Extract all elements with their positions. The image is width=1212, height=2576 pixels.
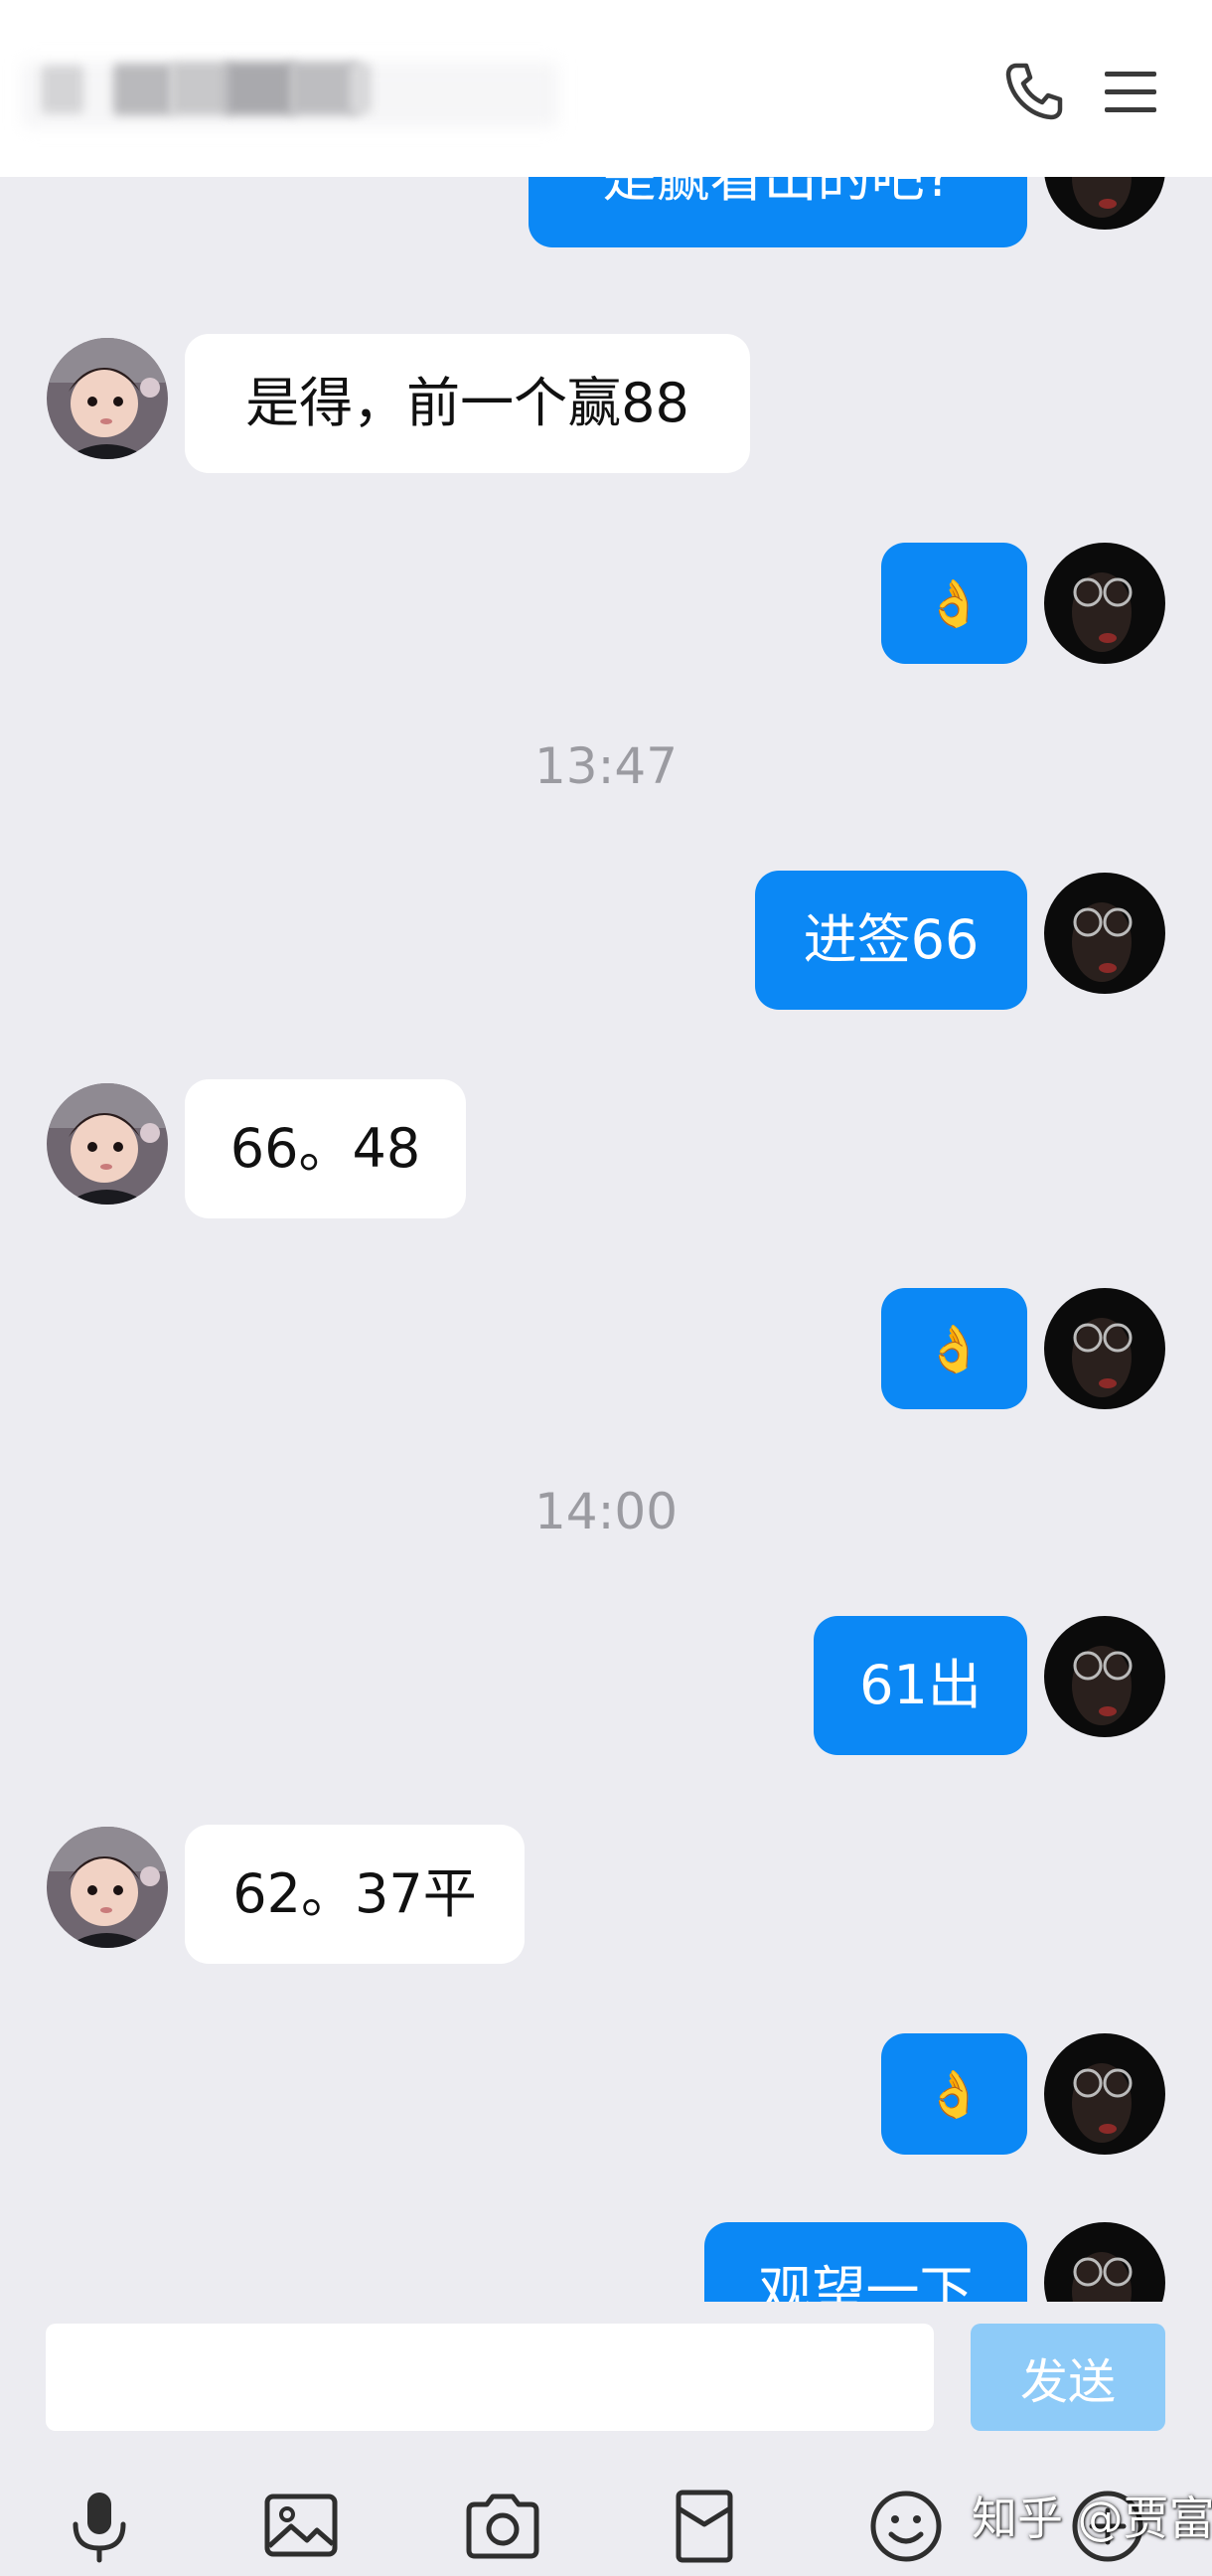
microphone-icon	[73, 2493, 126, 2563]
message-input[interactable]	[46, 2324, 934, 2431]
incoming-message-bubble[interactable]: 是得，前一个赢88	[185, 334, 750, 473]
voice-button[interactable]	[52, 2479, 147, 2574]
child-avatar[interactable]	[47, 338, 168, 459]
message-text: 观望一下	[758, 2260, 974, 2303]
photo-button[interactable]	[253, 2479, 349, 2574]
red-packet-button[interactable]	[657, 2479, 752, 2574]
message-row: 66。48	[0, 1079, 1212, 1218]
message-text: 进签66	[803, 908, 980, 971]
child-avatar[interactable]	[47, 1827, 168, 1948]
blurred-contact-name	[22, 52, 558, 135]
outgoing-message-bubble[interactable]: 观望一下	[704, 2222, 1027, 2302]
message-list[interactable]: 是赢看出的吧? 是得，前一个赢88 👌 13:47 进签66 66。48 👌 1…	[0, 177, 1212, 2302]
self-avatar[interactable]	[1044, 2222, 1165, 2302]
child-avatar[interactable]	[47, 1083, 168, 1205]
hamburger-menu-icon	[1105, 72, 1156, 112]
message-row: 61出	[0, 1616, 1212, 1755]
incoming-message-bubble[interactable]: 66。48	[185, 1079, 466, 1218]
outgoing-message-bubble[interactable]: 61出	[814, 1616, 1027, 1755]
image-icon	[264, 2494, 338, 2557]
chat-header	[0, 0, 1212, 177]
message-row: 👌	[0, 1288, 1212, 1409]
zhihu-watermark: 知乎 @贾富贵	[972, 2492, 1212, 2545]
self-avatar[interactable]	[1044, 1288, 1165, 1409]
message-text: 是赢看出的吧?	[602, 177, 954, 209]
message-text: 66。48	[229, 1117, 421, 1180]
emoji-button[interactable]	[858, 2479, 954, 2574]
camera-button[interactable]	[455, 2479, 550, 2574]
message-text: 61出	[859, 1654, 982, 1716]
menu-button[interactable]	[1095, 56, 1166, 127]
message-row: 👌	[0, 2033, 1212, 2155]
camera-icon	[466, 2494, 539, 2559]
message-row: 观望一下	[0, 2222, 1212, 2302]
self-avatar[interactable]	[1044, 543, 1165, 664]
emoji-icon	[870, 2491, 942, 2562]
outgoing-emoji-bubble[interactable]: 👌	[881, 543, 1027, 664]
self-avatar[interactable]	[1044, 1616, 1165, 1737]
message-row: 62。37平	[0, 1825, 1212, 1964]
outgoing-emoji-bubble[interactable]: 👌	[881, 2033, 1027, 2155]
message-row: 是得，前一个赢88	[0, 334, 1212, 473]
ok-hand-emoji: 👌	[925, 1322, 984, 1375]
self-avatar[interactable]	[1044, 873, 1165, 994]
timestamp: 13:47	[533, 737, 679, 795]
self-avatar[interactable]	[1044, 2033, 1165, 2155]
message-row: 👌	[0, 543, 1212, 664]
timestamp: 14:00	[533, 1483, 679, 1540]
ok-hand-emoji: 👌	[925, 2067, 984, 2121]
outgoing-emoji-bubble[interactable]: 👌	[881, 1288, 1027, 1409]
phone-icon	[1005, 63, 1063, 120]
message-row: 进签66	[0, 871, 1212, 1010]
message-text: 62。37平	[232, 1862, 477, 1925]
red-packet-icon	[676, 2490, 733, 2563]
ok-hand-emoji: 👌	[925, 576, 984, 630]
outgoing-message-bubble[interactable]: 是赢看出的吧?	[529, 177, 1027, 247]
incoming-message-bubble[interactable]: 62。37平	[185, 1825, 525, 1964]
send-button[interactable]: 发送	[971, 2324, 1165, 2431]
self-avatar[interactable]	[1044, 177, 1165, 230]
message-row: 是赢看出的吧?	[0, 177, 1212, 247]
outgoing-message-bubble[interactable]: 进签66	[755, 871, 1027, 1010]
call-button[interactable]	[998, 56, 1070, 127]
message-text: 是得，前一个赢88	[245, 372, 689, 434]
